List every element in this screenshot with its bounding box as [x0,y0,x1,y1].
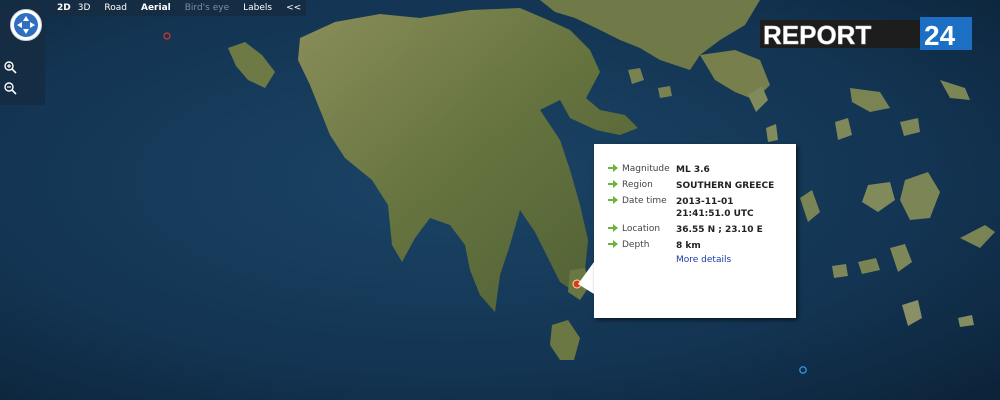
brand-text: REPORT [763,20,871,50]
map-canvas[interactable] [0,0,1000,400]
arrow-icon [608,180,622,191]
time-value: 21:41:51.0 UTC [676,209,754,219]
map-nav-panel [0,0,45,105]
aerial-button[interactable]: Aerial [134,0,178,16]
location-row: Location 36.55 N ; 23.10 E [608,224,763,236]
brand-number: 24 [924,20,956,50]
arrow-icon [608,164,622,175]
arrow-icon [608,196,622,207]
more-details-link[interactable]: More details [676,255,731,265]
date-value: 2013-11-01 [676,197,734,207]
road-button[interactable]: Road [97,0,134,16]
depth-row: Depth 8 km [608,240,701,252]
birds-eye-button[interactable]: Bird's eye [178,0,236,16]
earthquake-info-popup: Magnitude ML 3.6 Region SOUTHERN GREECE Da… [594,144,796,318]
zoom-out-icon[interactable] [3,81,17,95]
arrow-icon [608,224,622,235]
island-east-12 [832,264,848,278]
mode-2d-button[interactable]: 2D [50,0,78,16]
collapse-toolbar-button[interactable]: << [279,0,308,16]
report24-logo: REPORT 24 [760,17,972,51]
arrow-icon [608,240,622,251]
magnitude-row: Magnitude ML 3.6 [608,164,710,176]
island-gulf-2 [658,86,672,98]
datetime-row: Date time 2013-11-01 21:41:51.0 UTC [608,196,754,220]
labels-button[interactable]: Labels [236,0,279,16]
map-style-toolbar: 2D 3D Road Aerial Bird's eye Labels << [50,0,306,16]
compass-icon[interactable] [9,8,43,42]
region-row: Region SOUTHERN GREECE [608,180,774,192]
mode-3d-button[interactable]: 3D [78,0,98,16]
zoom-in-icon[interactable] [3,60,17,74]
